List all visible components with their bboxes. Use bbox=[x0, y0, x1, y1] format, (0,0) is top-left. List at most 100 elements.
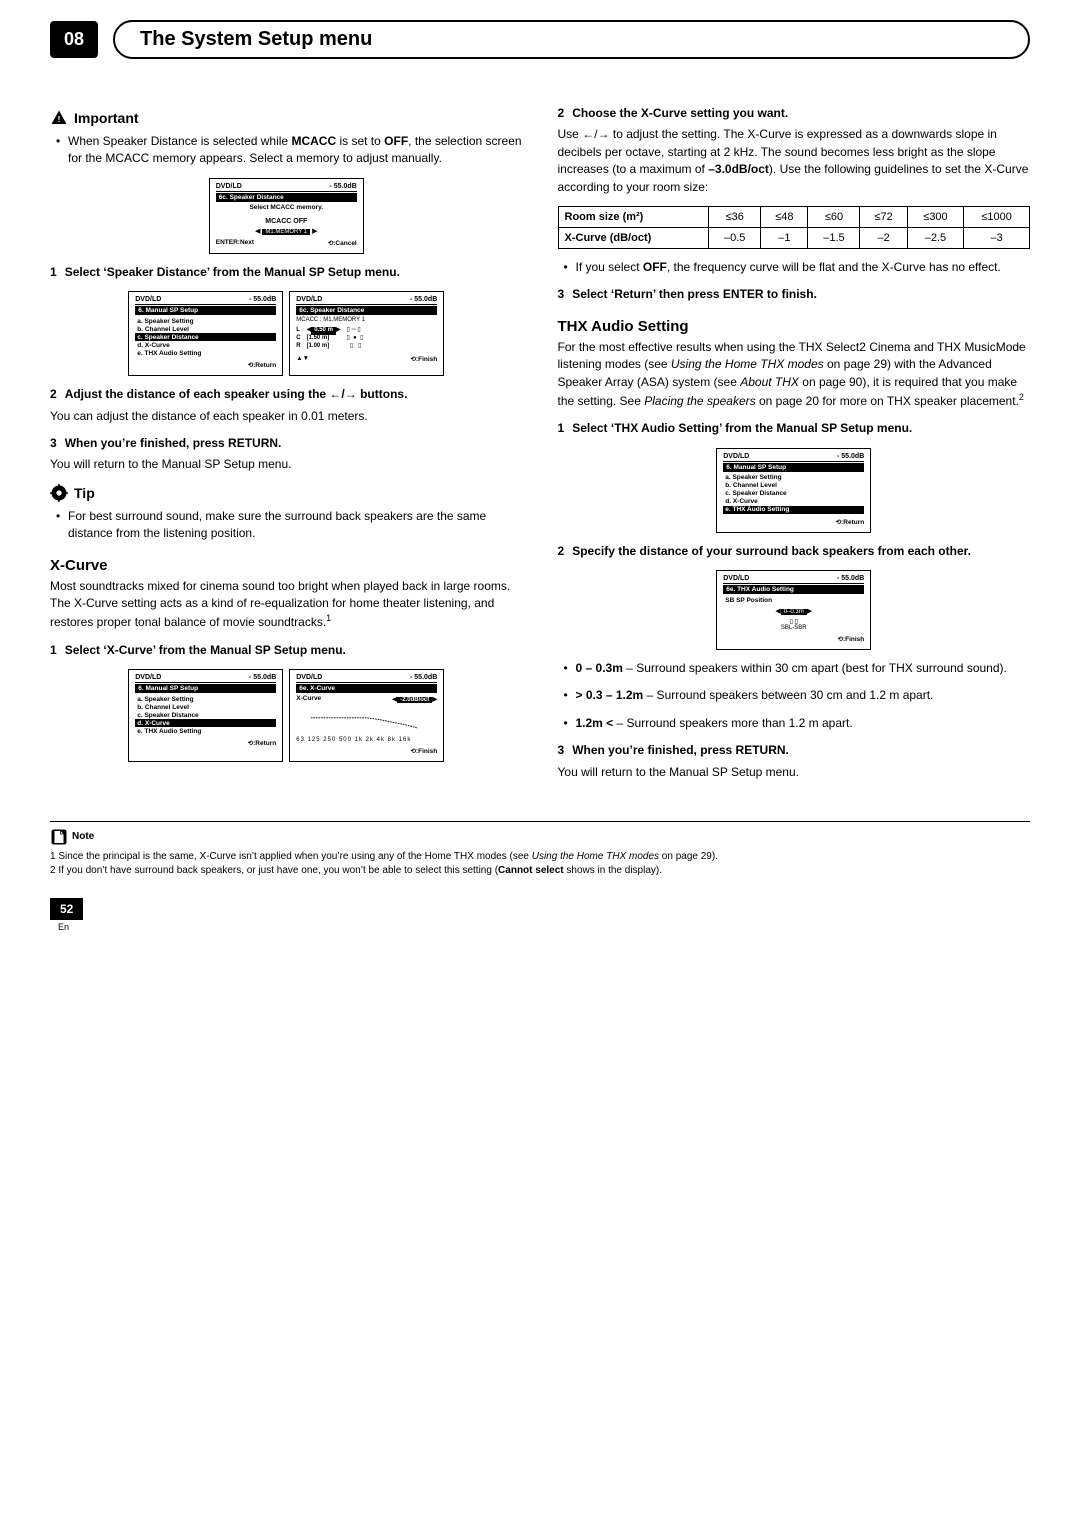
t: SBL-SBR bbox=[781, 625, 807, 631]
t: on page 29). bbox=[659, 851, 718, 862]
t: ⟲:Return bbox=[248, 361, 277, 369]
step-num: 3 bbox=[50, 436, 57, 450]
cell: ≤300 bbox=[907, 206, 963, 227]
t: 6. Manual SP Setup bbox=[135, 684, 276, 693]
step-title: Choose the X-Curve setting you want. bbox=[572, 106, 788, 120]
t: - 55.0dB bbox=[837, 575, 864, 582]
t: b. Channel Level bbox=[135, 703, 276, 711]
screen-thx-audio: DVD/LD- 55.0dB 6e. THX Audio Setting SB … bbox=[716, 570, 871, 650]
cell: Room size (m²) bbox=[558, 206, 709, 227]
dist-bullet-2: •> 0.3 – 1.2m – Surround speakers betwee… bbox=[564, 687, 1031, 704]
step-title: Select ‘Return’ then press ENTER to fini… bbox=[572, 287, 817, 301]
t: ▲▼ bbox=[296, 355, 309, 363]
off-bullet: •If you select OFF, the frequency curve … bbox=[564, 259, 1031, 276]
dist-bullet-1: •0 – 0.3m – Surround speakers within 30 … bbox=[564, 660, 1031, 677]
left-column: ! Important • When Speaker Distance is s… bbox=[50, 99, 523, 791]
t: is set to bbox=[336, 134, 384, 148]
t: DVD/LD bbox=[135, 674, 161, 681]
t: L bbox=[296, 327, 300, 335]
t: When Speaker Distance is selected while bbox=[68, 134, 291, 148]
page-lang: En bbox=[58, 922, 1030, 932]
tip-label: Tip bbox=[74, 485, 95, 501]
sup: 2 bbox=[1019, 392, 1024, 402]
step-title: When you’re finished, press RETURN. bbox=[572, 743, 789, 757]
t: R bbox=[296, 343, 300, 351]
t: - 55.0dB bbox=[410, 296, 437, 303]
t: Cannot select bbox=[498, 865, 564, 876]
dist-bullet-3: •1.2m < – Surround speakers more than 1.… bbox=[564, 715, 1031, 732]
t: DVD/LD bbox=[135, 296, 161, 303]
right-column: 2 Choose the X-Curve setting you want. Us… bbox=[558, 99, 1031, 791]
thx-heading: THX Audio Setting bbox=[558, 318, 1031, 335]
t: c. Speaker Distance bbox=[135, 333, 276, 341]
tip-bullet: •For best surround sound, make sure the … bbox=[56, 508, 523, 543]
screen-xcurve: DVD/LD- 55.0dB 6e. X-Curve X-Curve◀-2.0d… bbox=[289, 669, 444, 762]
t: MCACC bbox=[291, 134, 336, 148]
t: X-Curve bbox=[296, 695, 321, 703]
important-bullet: • When Speaker Distance is selected whil… bbox=[56, 133, 523, 168]
step-num: 2 bbox=[558, 544, 565, 558]
t: 6e. X-Curve bbox=[296, 684, 437, 693]
t: -2.0dB/oct bbox=[397, 697, 432, 703]
step-num: 2 bbox=[50, 387, 57, 401]
t: ⟲:Finish bbox=[411, 747, 438, 755]
t: d. X-Curve bbox=[723, 498, 864, 506]
t: DVD/LD bbox=[216, 183, 242, 190]
t: 0.50 m bbox=[311, 327, 336, 335]
t: 63 125 250 500 1k 2k 4k 8k 16k bbox=[296, 737, 437, 743]
step-num: 1 bbox=[50, 643, 57, 657]
room-size-table: Room size (m²) ≤36 ≤48 ≤60 ≤72 ≤300 ≤100… bbox=[558, 206, 1031, 249]
cell: ≤36 bbox=[709, 206, 761, 227]
t: a. Speaker Setting bbox=[135, 695, 276, 703]
t: - 55.0dB bbox=[249, 296, 276, 303]
t: - 55.0dB bbox=[410, 674, 437, 681]
t: 6e. THX Audio Setting bbox=[723, 585, 864, 594]
t: b. Channel Level bbox=[135, 325, 276, 333]
t: c. Speaker Distance bbox=[723, 490, 864, 498]
t: MCACC OFF bbox=[216, 218, 357, 225]
xcurve-paragraph: Most soundtracks mixed for cinema sound … bbox=[50, 578, 523, 632]
cell: ≤1000 bbox=[964, 206, 1030, 227]
screen-manual-sp-menu: DVD/LD- 55.0dB 6. Manual SP Setup a. Spe… bbox=[128, 291, 283, 376]
step-title: Specify the distance of your surround ba… bbox=[572, 544, 971, 558]
cell: ≤48 bbox=[761, 206, 808, 227]
xcurve-heading: X-Curve bbox=[50, 557, 523, 574]
screen-mcacc-memory: DVD/LD- 55.0dB 6c. Speaker Distance Sele… bbox=[209, 178, 364, 254]
cell: ≤60 bbox=[808, 206, 860, 227]
t: ⟲:Finish bbox=[411, 355, 438, 363]
t: e. THX Audio Setting bbox=[135, 727, 276, 735]
t: c. Speaker Distance bbox=[135, 711, 276, 719]
chapter-header: 08 The System Setup menu bbox=[50, 20, 1030, 59]
t: 2 If you don’t have surround back speake… bbox=[50, 865, 498, 876]
step-body: Use ←/→ to adjust the setting. The X-Cur… bbox=[558, 126, 1031, 196]
cell: –1 bbox=[761, 227, 808, 248]
t: OFF bbox=[384, 134, 408, 148]
step-title: Select ‘Speaker Distance’ from the Manua… bbox=[65, 265, 400, 279]
step-body: You will return to the Manual SP Setup m… bbox=[558, 764, 1031, 781]
cell: –0.5 bbox=[709, 227, 761, 248]
chapter-title: The System Setup menu bbox=[140, 28, 372, 51]
t: d. X-Curve bbox=[135, 719, 276, 727]
t: ⟲:Return bbox=[836, 518, 865, 526]
step-num: 3 bbox=[558, 287, 565, 301]
footnotes: Note 1 Since the principal is the same, … bbox=[50, 828, 1030, 878]
note-label: Note bbox=[72, 830, 94, 844]
t: ⟲:Return bbox=[248, 739, 277, 747]
step-body: You can adjust the distance of each spea… bbox=[50, 408, 523, 425]
step-title: Select ‘X-Curve’ from the Manual SP Setu… bbox=[65, 643, 346, 657]
t: 1 Since the principal is the same, X-Cur… bbox=[50, 851, 532, 862]
step-num: 3 bbox=[558, 743, 565, 757]
t: DVD/LD bbox=[723, 453, 749, 460]
t: 6c. Speaker Distance bbox=[296, 306, 437, 315]
t: a. Speaker Setting bbox=[135, 317, 276, 325]
step-title: When you’re finished, press RETURN. bbox=[65, 436, 282, 450]
t: ENTER:Next bbox=[216, 239, 254, 247]
sup: 1 bbox=[326, 613, 331, 623]
step-num: 1 bbox=[50, 265, 57, 279]
t: d. X-Curve bbox=[135, 341, 276, 349]
cell: –1.5 bbox=[808, 227, 860, 248]
screen-speaker-distance: DVD/LD- 55.0dB 6c. Speaker Distance MCAC… bbox=[289, 291, 444, 376]
t: ⟲:Cancel bbox=[328, 239, 357, 247]
t: Select MCACC memory. bbox=[216, 204, 357, 212]
screen-manual-sp-menu-2: DVD/LD- 55.0dB 6. Manual SP Setup a. Spe… bbox=[128, 669, 283, 762]
